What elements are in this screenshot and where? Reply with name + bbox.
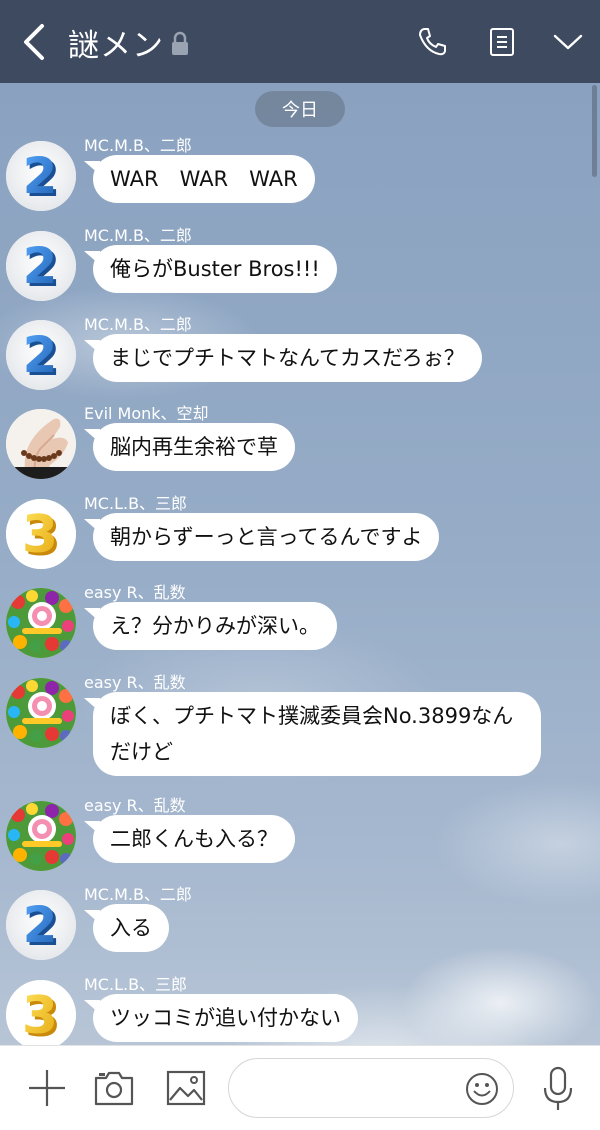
sender-name: MC.M.B、二郎 [84,226,192,245]
avatar[interactable]: 2 2 [6,890,76,960]
sender-name: easy R、乱数 [84,673,186,692]
message-bubble[interactable]: まじでプチトマトなんてカスだろぉ？ [84,334,482,382]
image-icon[interactable] [164,1068,208,1108]
candy-avatar-icon [6,678,76,748]
avatar[interactable] [6,801,76,871]
candy-avatar-icon [6,588,76,658]
message-bubble[interactable]: ぼく、プチトマト撲滅委員会No.3899なんだけど [84,692,541,776]
avatar[interactable]: 3 3 [6,499,76,569]
camera-icon[interactable] [92,1068,136,1108]
number-2-avatar-icon: 2 2 [6,141,76,211]
sender-name: MC.M.B、二郎 [84,885,192,904]
microphone-icon[interactable] [540,1066,576,1112]
avatar[interactable]: 2 2 [6,231,76,301]
message-bubble[interactable]: 二郎くんも入る？ [84,815,295,863]
chat-area[interactable]: 今日 2 2 MC.M.B、二郎 WAR WAR WAR 2 2 MC.M.B、… [0,83,600,1045]
sender-name: MC.M.B、二郎 [84,315,192,334]
svg-text:3: 3 [22,505,58,565]
avatar[interactable] [6,678,76,748]
sender-name: MC.L.B、三郎 [84,975,188,994]
message-bubble[interactable]: 脳内再生余裕で草 [84,423,295,471]
avatar[interactable]: 3 3 [6,980,76,1045]
notes-icon[interactable] [486,26,518,58]
avatar[interactable]: 2 2 [6,320,76,390]
back-arrow-icon[interactable] [18,22,52,62]
message-bubble[interactable]: WAR WAR WAR [84,155,315,203]
lock-icon [172,31,188,55]
sender-name: MC.M.B、二郎 [84,136,192,155]
message-bubble[interactable]: え？分かりみが深い。 [84,602,337,650]
avatar[interactable] [6,588,76,658]
message-bubble[interactable]: 入る [84,904,169,952]
chevron-down-icon[interactable] [552,26,584,58]
call-icon[interactable] [416,26,448,58]
sender-name: Evil Monk、空却 [84,404,209,423]
svg-text:3: 3 [22,986,58,1045]
date-divider: 今日 [255,91,345,127]
chat-header: 謎メン [0,0,600,83]
sender-name: easy R、乱数 [84,583,186,602]
emoji-icon[interactable] [464,1071,500,1107]
avatar[interactable] [6,409,76,479]
number-3-avatar-icon: 3 3 [6,499,76,569]
candy-avatar-icon [6,801,76,871]
svg-text:2: 2 [23,896,58,954]
chat-title: 謎メン [68,27,164,64]
prayer-beads-hand-avatar-icon [6,409,76,479]
message-bubble[interactable]: 朝からずーっと言ってるんですよ [83,513,440,561]
number-2-avatar-icon: 2 2 [6,231,76,301]
chat-title-group: 謎メン [68,20,190,64]
svg-text:2: 2 [23,326,58,384]
svg-text:2: 2 [23,237,58,295]
number-2-avatar-icon: 2 2 [6,320,76,390]
svg-text:2: 2 [23,147,58,205]
plus-icon[interactable] [25,1068,69,1108]
sender-name: MC.L.B、三郎 [84,494,188,513]
number-2-avatar-icon: 2 2 [6,890,76,960]
avatar[interactable]: 2 2 [6,141,76,211]
message-bubble[interactable]: 俺らがBuster Bros!!! [84,245,337,293]
number-3-avatar-icon: 3 3 [6,980,76,1045]
message-bubble[interactable]: ツッコミが追い付かない [84,994,358,1042]
sender-name: easy R、乱数 [84,796,186,815]
message-input-bar [0,1045,600,1130]
scrollbar[interactable] [592,85,597,177]
